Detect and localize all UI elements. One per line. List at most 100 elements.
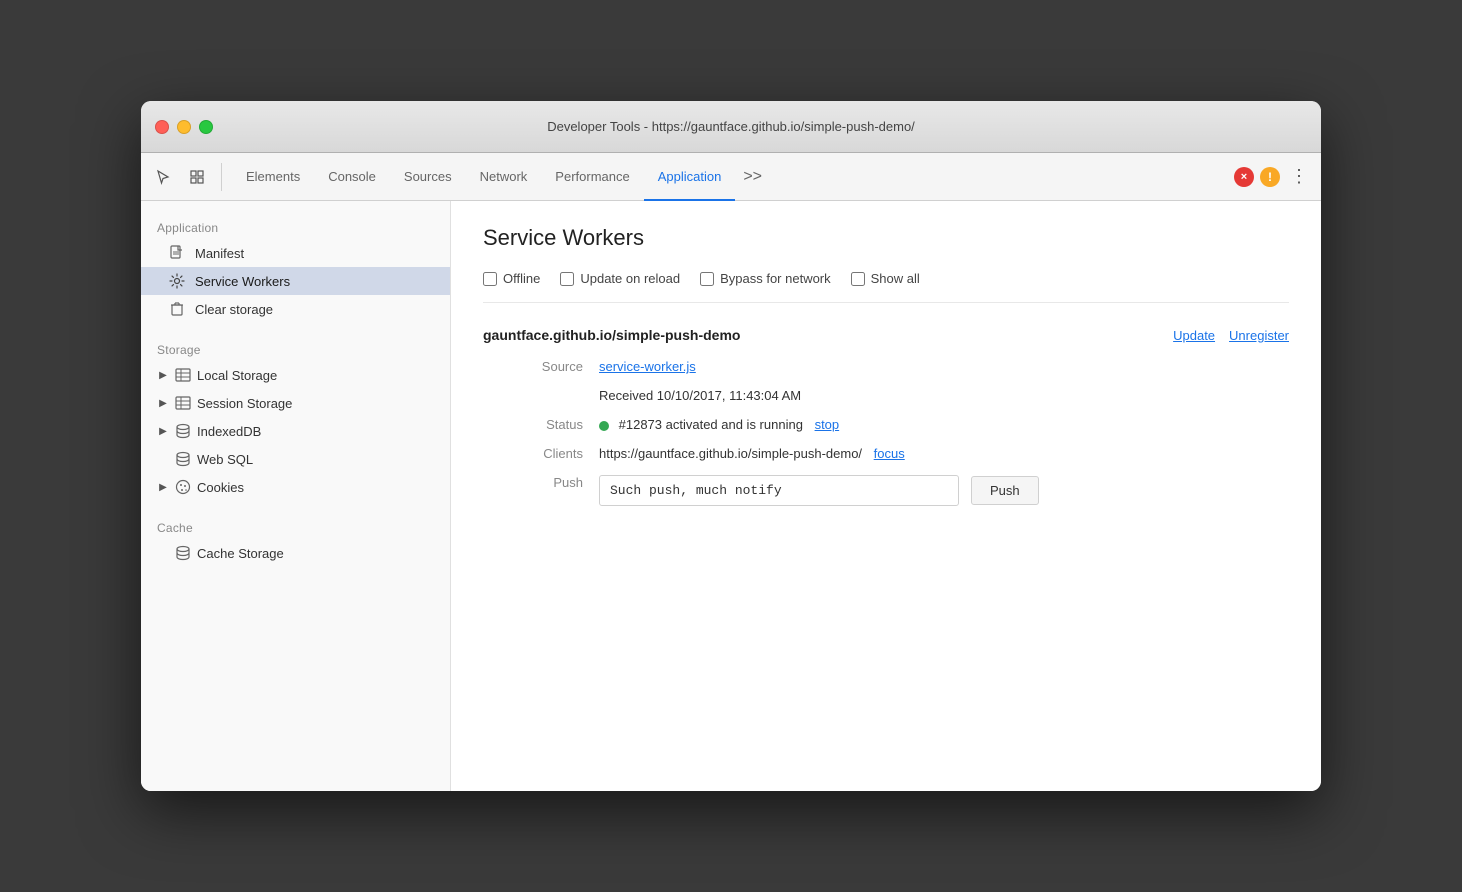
- sidebar-item-session-storage[interactable]: ▶ Session Storage: [141, 389, 450, 417]
- cookie-icon: [175, 479, 191, 495]
- sidebar-section-cache: Cache: [141, 513, 450, 539]
- show-all-checkbox[interactable]: [851, 272, 865, 286]
- cursor-icon[interactable]: [149, 163, 177, 191]
- maximize-button[interactable]: [199, 120, 213, 134]
- received-value: Received 10/10/2017, 11:43:04 AM: [599, 388, 1289, 403]
- expand-arrow-cookies: ▶: [157, 481, 169, 493]
- sidebar-item-cookies[interactable]: ▶ Cookies: [141, 473, 450, 501]
- error-badge: ×: [1234, 167, 1254, 187]
- update-link[interactable]: Update: [1173, 328, 1215, 343]
- tab-bar: Elements Console Sources Network Perform…: [232, 153, 770, 200]
- status-text: #12873 activated and is running: [619, 417, 803, 432]
- source-link[interactable]: service-worker.js: [599, 359, 696, 374]
- cache-storage-label: Cache Storage: [197, 546, 284, 561]
- clear-storage-label: Clear storage: [195, 302, 273, 317]
- status-label: Status: [503, 417, 583, 432]
- update-on-reload-checkbox-label[interactable]: Update on reload: [560, 271, 680, 286]
- sidebar-item-cache-storage[interactable]: Cache Storage: [141, 539, 450, 567]
- update-on-reload-label: Update on reload: [580, 271, 680, 286]
- db-icon-indexed: [175, 423, 191, 439]
- received-label: [503, 388, 583, 403]
- sw-origin-row: gauntface.github.io/simple-push-demo Upd…: [483, 327, 1289, 343]
- sidebar-section-application: Application: [141, 213, 450, 239]
- toolbar-icon-group: [149, 163, 222, 191]
- gear-icon: [169, 273, 185, 289]
- tab-console[interactable]: Console: [314, 154, 390, 201]
- grid-icon-local: [175, 367, 191, 383]
- doc-icon: [169, 245, 185, 261]
- push-button[interactable]: Push: [971, 476, 1039, 505]
- offline-checkbox-label[interactable]: Offline: [483, 271, 540, 286]
- db-icon-cache: [175, 545, 191, 561]
- expand-arrow-local-storage: ▶: [157, 369, 169, 381]
- titlebar: Developer Tools - https://gauntface.gith…: [141, 101, 1321, 153]
- local-storage-label: Local Storage: [197, 368, 277, 383]
- traffic-lights: [155, 120, 213, 134]
- focus-link[interactable]: focus: [874, 446, 905, 461]
- stop-link[interactable]: stop: [815, 417, 840, 432]
- tab-elements[interactable]: Elements: [232, 154, 314, 201]
- toolbar: Elements Console Sources Network Perform…: [141, 153, 1321, 201]
- devtools-window: Developer Tools - https://gauntface.gith…: [141, 101, 1321, 791]
- window-title: Developer Tools - https://gauntface.gith…: [547, 119, 915, 134]
- indexeddb-label: IndexedDB: [197, 424, 261, 439]
- source-value: service-worker.js: [599, 359, 1289, 374]
- clients-value: https://gauntface.github.io/simple-push-…: [599, 446, 1289, 461]
- clients-label: Clients: [503, 446, 583, 461]
- offline-label: Offline: [503, 271, 540, 286]
- db-icon-websql: [175, 451, 191, 467]
- tab-network[interactable]: Network: [466, 154, 542, 201]
- toolbar-right: × ! ⋮: [1234, 166, 1313, 187]
- show-all-checkbox-label[interactable]: Show all: [851, 271, 920, 286]
- sidebar-item-indexeddb[interactable]: ▶ IndexedDB: [141, 417, 450, 445]
- session-storage-label: Session Storage: [197, 396, 292, 411]
- show-all-label: Show all: [871, 271, 920, 286]
- grid-icon-session: [175, 395, 191, 411]
- clients-url: https://gauntface.github.io/simple-push-…: [599, 446, 862, 461]
- expand-arrow-session-storage: ▶: [157, 397, 169, 409]
- sw-actions: Update Unregister: [1173, 328, 1289, 343]
- source-label: Source: [503, 359, 583, 374]
- cookies-label: Cookies: [197, 480, 244, 495]
- bypass-for-network-label: Bypass for network: [720, 271, 831, 286]
- push-value: Push: [599, 475, 1289, 506]
- sidebar: Application Manifest: [141, 201, 451, 791]
- sidebar-section-storage: Storage: [141, 335, 450, 361]
- warning-badge: !: [1260, 167, 1280, 187]
- web-sql-label: Web SQL: [197, 452, 253, 467]
- sidebar-item-manifest[interactable]: Manifest: [141, 239, 450, 267]
- inspect-icon[interactable]: [183, 163, 211, 191]
- expand-arrow-indexeddb: ▶: [157, 425, 169, 437]
- more-tabs-button[interactable]: >>: [735, 153, 770, 200]
- minimize-button[interactable]: [177, 120, 191, 134]
- push-row: Push: [599, 475, 1289, 506]
- offline-checkbox[interactable]: [483, 272, 497, 286]
- main-layout: Application Manifest: [141, 201, 1321, 791]
- sidebar-item-service-workers[interactable]: Service Workers: [141, 267, 450, 295]
- trash-icon: [169, 301, 185, 317]
- unregister-link[interactable]: Unregister: [1229, 328, 1289, 343]
- panel-title: Service Workers: [483, 225, 1289, 251]
- sidebar-item-local-storage[interactable]: ▶ Local Storage: [141, 361, 450, 389]
- sw-detail-table: Source service-worker.js Received 10/10/…: [483, 359, 1289, 506]
- sidebar-item-clear-storage[interactable]: Clear storage: [141, 295, 450, 323]
- close-button[interactable]: [155, 120, 169, 134]
- status-dot-green: [599, 421, 609, 431]
- options-row: Offline Update on reload Bypass for netw…: [483, 271, 1289, 303]
- manifest-label: Manifest: [195, 246, 244, 261]
- service-workers-label: Service Workers: [195, 274, 290, 289]
- tab-sources[interactable]: Sources: [390, 154, 466, 201]
- status-value: #12873 activated and is running stop: [599, 417, 1289, 432]
- update-on-reload-checkbox[interactable]: [560, 272, 574, 286]
- tab-application[interactable]: Application: [644, 154, 736, 201]
- sw-origin-text: gauntface.github.io/simple-push-demo: [483, 327, 740, 343]
- tab-performance[interactable]: Performance: [541, 154, 643, 201]
- sidebar-item-web-sql[interactable]: Web SQL: [141, 445, 450, 473]
- push-input[interactable]: [599, 475, 959, 506]
- bypass-for-network-checkbox[interactable]: [700, 272, 714, 286]
- push-label: Push: [503, 475, 583, 506]
- more-options-button[interactable]: ⋮: [1286, 166, 1313, 187]
- sw-entry: gauntface.github.io/simple-push-demo Upd…: [483, 327, 1289, 506]
- content-panel: Service Workers Offline Update on reload…: [451, 201, 1321, 791]
- bypass-for-network-checkbox-label[interactable]: Bypass for network: [700, 271, 831, 286]
